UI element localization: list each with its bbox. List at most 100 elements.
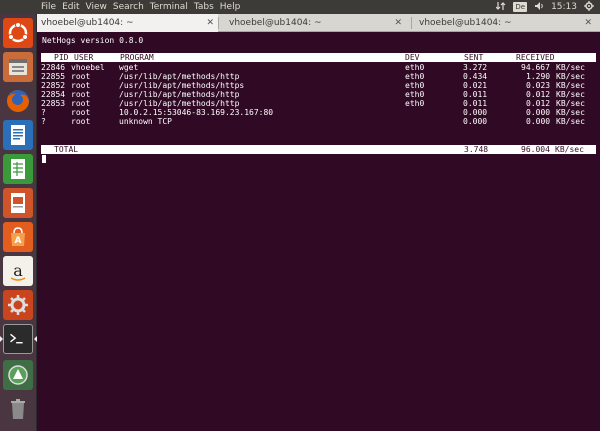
row-user: root: [71, 72, 91, 81]
gear-icon[interactable]: [584, 0, 594, 14]
row-program: /usr/lib/apt/methods/http: [119, 90, 240, 99]
svg-text:A: A: [15, 236, 22, 246]
row-sent: 0.011: [463, 90, 488, 99]
tab-3[interactable]: vhoebel@ub1404: ~ ✕: [415, 14, 596, 32]
row-sent: 0.434: [463, 72, 488, 81]
software-center-icon[interactable]: A: [3, 222, 33, 252]
row-unit: KB/sec: [556, 81, 585, 90]
row-pid: 22855: [41, 72, 66, 81]
tab-separator: [411, 17, 412, 29]
menu-search[interactable]: Search: [113, 0, 144, 14]
col-received: RECEIVED: [516, 53, 555, 62]
menu-file[interactable]: File: [41, 0, 56, 14]
row-received: 0.000: [526, 108, 551, 117]
row-unit: KB/sec: [556, 99, 585, 108]
tab-bar: vhoebel@ub1404: ~ ✕ vhoebel@ub1404: ~ ✕ …: [37, 14, 600, 32]
row-received: 0.012: [526, 99, 551, 108]
total-label: TOTAL: [54, 145, 79, 154]
running-indicator-icon: [0, 336, 3, 342]
table-row: 22855 root /usr/lib/apt/methods/http eth…: [41, 72, 597, 81]
row-unit: KB/sec: [556, 63, 585, 72]
volume-icon[interactable]: [534, 1, 544, 14]
row-sent: 0.000: [463, 108, 488, 117]
row-program: unknown TCP: [119, 117, 172, 126]
row-received: 0.012: [526, 90, 551, 99]
row-program: /usr/lib/apt/methods/http: [119, 72, 240, 81]
col-sent: SENT: [464, 53, 484, 62]
row-unit: KB/sec: [556, 108, 585, 117]
row-pid: 22854: [41, 90, 66, 99]
tab-title: vhoebel@ub1404: ~: [41, 18, 134, 28]
row-user: root: [71, 117, 91, 126]
row-user: root: [71, 90, 91, 99]
firefox-icon[interactable]: [3, 86, 33, 116]
dash-icon[interactable]: [3, 18, 33, 48]
files-icon[interactable]: [3, 52, 33, 82]
row-pid: 22846: [41, 63, 66, 72]
row-program: 10.0.2.15:53046-83.169.23.167:80: [119, 108, 274, 117]
total-unit: KB/sec: [555, 145, 584, 154]
row-sent: 3.272: [463, 63, 488, 72]
update-icon[interactable]: [3, 360, 33, 390]
nethogs-header: NetHogs version 0.8.0: [42, 36, 144, 45]
keyboard-layout-indicator[interactable]: De: [513, 2, 528, 12]
impress-icon[interactable]: [3, 188, 33, 218]
table-row: 22854 root /usr/lib/apt/methods/http eth…: [41, 90, 597, 99]
row-unit: KB/sec: [556, 72, 585, 81]
row-dev: eth0: [405, 99, 425, 108]
row-pid: 22853: [41, 99, 66, 108]
menu-bar: File Edit View Search Terminal Tabs Help: [41, 0, 246, 14]
trash-icon[interactable]: [3, 394, 33, 424]
tab-title: vhoebel@ub1404: ~: [419, 18, 512, 28]
row-received: 0.000: [526, 117, 551, 126]
row-pid: ?: [41, 108, 46, 117]
row-program: wget: [119, 63, 139, 72]
close-icon[interactable]: ✕: [206, 14, 214, 32]
close-icon[interactable]: ✕: [584, 14, 592, 32]
row-program: /usr/lib/apt/methods/https: [119, 81, 245, 90]
col-program: PROGRAM: [120, 53, 154, 62]
terminal-icon[interactable]: [3, 324, 33, 354]
tab-2[interactable]: vhoebel@ub1404: ~ ✕: [225, 14, 406, 32]
table-row: 22852 root /usr/lib/apt/methods/https et…: [41, 81, 597, 90]
terminal-window: vhoebel@ub1404: ~ ✕ vhoebel@ub1404: ~ ✕ …: [37, 14, 600, 431]
close-icon[interactable]: ✕: [394, 14, 402, 32]
svg-text:a: a: [13, 261, 23, 280]
writer-icon[interactable]: [3, 120, 33, 150]
col-user: USER: [74, 53, 94, 62]
terminal-output[interactable]: NetHogs version 0.8.0 PID USER PROGRAM D…: [39, 33, 600, 431]
menu-help[interactable]: Help: [220, 0, 241, 14]
menu-view[interactable]: View: [86, 0, 107, 14]
menu-edit[interactable]: Edit: [62, 0, 79, 14]
table-row: ? root unknown TCP 0.000 0.000 KB/sec: [41, 117, 597, 126]
row-dev: eth0: [405, 72, 425, 81]
terminal-cursor: [42, 155, 46, 163]
total-sent: 3.748: [464, 145, 489, 154]
row-user: root: [71, 108, 91, 117]
column-header-bar: PID USER PROGRAM DEV SENT RECEIVED: [41, 53, 596, 62]
menu-terminal[interactable]: Terminal: [150, 0, 188, 14]
table-row: 22853 root /usr/lib/apt/methods/http eth…: [41, 99, 597, 108]
indicator-area: De 15:13: [495, 0, 594, 14]
tab-1[interactable]: vhoebel@ub1404: ~ ✕: [37, 14, 218, 32]
network-icon[interactable]: [495, 1, 506, 14]
col-dev: DEV: [405, 53, 420, 62]
menu-tabs[interactable]: Tabs: [194, 0, 214, 14]
settings-icon[interactable]: [3, 290, 33, 320]
top-panel: File Edit View Search Terminal Tabs Help…: [0, 0, 600, 14]
row-unit: KB/sec: [556, 117, 585, 126]
tab-separator: [218, 17, 219, 29]
clock[interactable]: 15:13: [551, 2, 577, 12]
row-dev: eth0: [405, 81, 425, 90]
row-received: 94.667: [521, 63, 550, 72]
launcher: A a: [0, 14, 37, 431]
row-received: 1.290: [526, 72, 551, 81]
calc-icon[interactable]: [3, 154, 33, 184]
row-sent: 0.011: [463, 99, 488, 108]
row-unit: KB/sec: [556, 90, 585, 99]
row-program: /usr/lib/apt/methods/http: [119, 99, 240, 108]
row-user: root: [71, 99, 91, 108]
row-dev: eth0: [405, 63, 425, 72]
amazon-icon[interactable]: a: [3, 256, 33, 286]
row-pid: 22852: [41, 81, 66, 90]
